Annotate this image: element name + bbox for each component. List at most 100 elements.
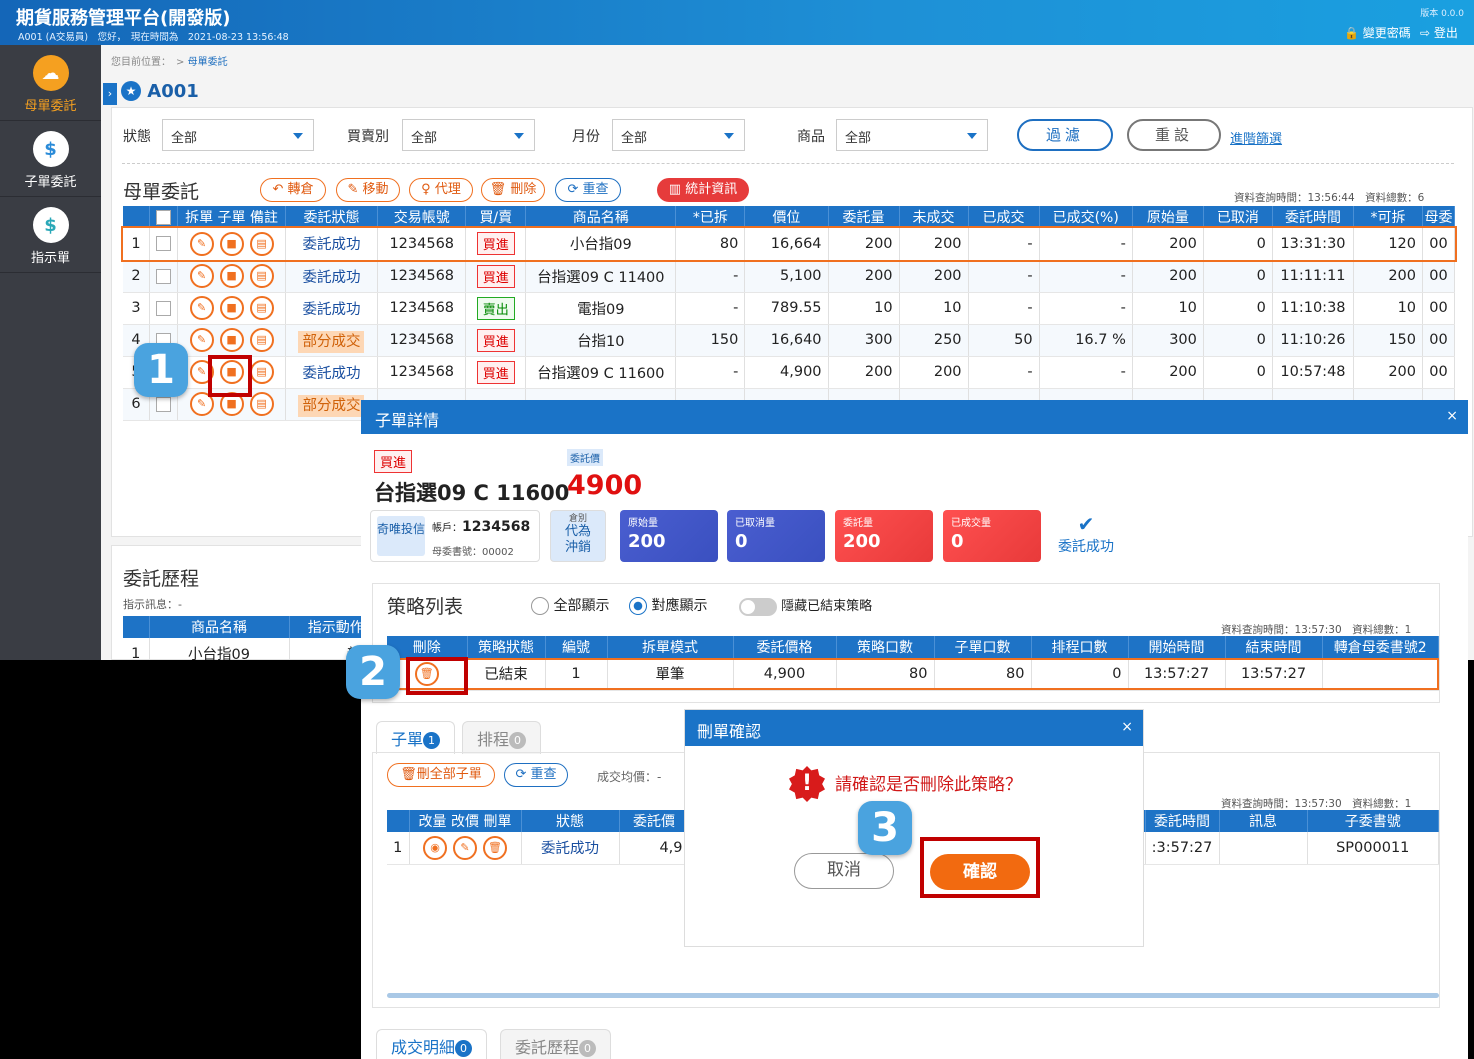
pencil-icon[interactable]: ✎ bbox=[189, 296, 214, 320]
col-product[interactable]: 商品名稱 bbox=[525, 206, 677, 228]
child-requery-button[interactable]: ⟳ 重查 bbox=[504, 763, 568, 787]
child-order-icon[interactable]: ■ bbox=[219, 296, 244, 320]
side-select[interactable]: 全部 bbox=[402, 119, 535, 151]
col-price[interactable]: 價位 bbox=[744, 206, 829, 228]
table-row[interactable]: 2 ✎ ■ ▤ 委託成功 1234568 買進 台指選09 C 11400-5,100 200 2… bbox=[123, 260, 1455, 293]
tab-child-orders[interactable]: 子單 1 bbox=[376, 721, 456, 754]
comment-icon[interactable]: ▤ bbox=[249, 264, 274, 288]
col-status[interactable]: 委託狀態 bbox=[285, 206, 379, 228]
top-bar: 期貨服務管理平台(開發版) A001 (A交易員) 您好， 現在時間為 2021… bbox=[0, 0, 1474, 45]
user-info: A001 (A交易員) 您好， 現在時間為 2021-08-23 13:56:4… bbox=[18, 32, 289, 43]
comment-icon[interactable]: ▤ bbox=[249, 360, 274, 384]
sidebar-item-label: 指示單 bbox=[30, 251, 70, 266]
status-select[interactable]: 全部 bbox=[162, 119, 314, 151]
tab-order-history[interactable]: 委託歷程 0 bbox=[500, 1029, 612, 1059]
table-row[interactable]: 1 ✎ ■ ▤ 委託成功 1234568 買進 小台指09 80 16,664 200 200- -20… bbox=[121, 226, 1457, 262]
comment-icon[interactable]: ▤ bbox=[249, 231, 274, 256]
row-status: 委託成功 bbox=[285, 292, 379, 325]
comment-icon[interactable]: ▤ bbox=[249, 392, 274, 416]
col-original[interactable]: 原始量 bbox=[1132, 206, 1204, 228]
price-tag: 委託價 bbox=[567, 449, 603, 466]
hand-coin-icon: $ bbox=[32, 131, 69, 167]
row-checkbox[interactable] bbox=[149, 292, 179, 325]
cancel-button[interactable]: 取消 bbox=[794, 853, 894, 889]
order-qty-card: 委託量 200 bbox=[835, 510, 933, 562]
col-side[interactable]: 買/賣 bbox=[465, 206, 527, 228]
chevron-down-icon bbox=[514, 133, 524, 139]
radio-show-all[interactable]: 全部顯示 bbox=[531, 595, 609, 615]
check-circle-icon: ✔ bbox=[1077, 512, 1095, 536]
child-order-icon[interactable]: ■ bbox=[219, 231, 244, 256]
reset-button[interactable]: 重設 bbox=[1127, 119, 1221, 151]
stats-button[interactable]: ▥ 統計資訊 bbox=[657, 178, 749, 202]
filter-button[interactable]: 過濾 bbox=[1017, 119, 1113, 151]
proxy-button[interactable]: ♀ 代理 bbox=[409, 178, 473, 202]
expand-toggle[interactable]: › bbox=[103, 83, 117, 105]
trash-icon: 🗑 bbox=[489, 182, 507, 197]
row-checkbox[interactable] bbox=[149, 260, 179, 293]
change-price-icon[interactable]: ✎ bbox=[453, 835, 477, 860]
version-label: 版本 0.0.0 bbox=[1420, 9, 1464, 19]
sidebar: ☁ 母單委託 $ 子單委託 $ 指示單 bbox=[0, 45, 101, 660]
product-select[interactable]: 全部 bbox=[836, 119, 988, 151]
child-order-icon[interactable]: ■ bbox=[219, 264, 244, 288]
pencil-icon[interactable]: ✎ bbox=[189, 264, 214, 288]
sidebar-item-instruction[interactable]: $ 指示單 bbox=[0, 197, 101, 273]
col-account[interactable]: 交易帳號 bbox=[377, 206, 467, 228]
row-status: 委託成功 bbox=[285, 260, 379, 293]
row-status: 委託成功 bbox=[285, 228, 379, 261]
row-checkbox[interactable] bbox=[149, 228, 179, 261]
hide-finished-toggle[interactable]: 隱藏已結束策略 bbox=[739, 595, 872, 616]
bar-chart-icon: ▥ bbox=[668, 182, 682, 197]
advanced-filter-link[interactable]: 進階篩選 bbox=[1230, 128, 1282, 147]
status-filter-label: 狀態 bbox=[123, 129, 151, 145]
col-cancelled[interactable]: 已取消 bbox=[1203, 206, 1273, 228]
requery-button[interactable]: ⟳ 重查 bbox=[555, 178, 621, 202]
col-unfilled[interactable]: 未成交 bbox=[899, 206, 969, 228]
logout-link[interactable]: ⇨ 登出 bbox=[1420, 24, 1458, 41]
pencil-icon[interactable]: ✎ bbox=[189, 231, 214, 256]
refresh-icon: ⟳ bbox=[515, 767, 527, 782]
select-all-checkbox[interactable] bbox=[149, 206, 179, 228]
transfer-button[interactable]: ↶ 轉倉 bbox=[260, 178, 326, 202]
comment-icon[interactable]: ▤ bbox=[249, 296, 274, 320]
radio-show-match[interactable]: 對應顯示 bbox=[629, 595, 707, 615]
sidebar-item-child-order[interactable]: $ 子單委託 bbox=[0, 121, 101, 197]
order-status: ✔ 委託成功 bbox=[1058, 512, 1114, 555]
close-icon[interactable]: × bbox=[1121, 719, 1133, 735]
undo-icon: ↶ bbox=[272, 182, 284, 197]
table-row[interactable]: 5✎■▤委託成功1234568買進台指選09 C 11600-4,9002002… bbox=[123, 356, 1455, 389]
strategy-table: 刪除 策略狀態 編號 拆單模式 委託價格 策略口數 子單口數 排程口數 開始時間 結束時間 轉倉母委… bbox=[387, 636, 1439, 691]
delete-button[interactable]: 🗑 刪除 bbox=[481, 178, 545, 202]
trash-icon[interactable]: 🗑 bbox=[483, 835, 507, 860]
col-filled[interactable]: 已成交 bbox=[968, 206, 1040, 228]
month-select[interactable]: 全部 bbox=[612, 119, 745, 151]
table-row[interactable]: 🗑 已結束 1 單筆 4,900 80 80 0 13:57:27 13:57:… bbox=[387, 658, 1439, 691]
table-row[interactable]: 3 ✎ ■ ▤ 委託成功 1234568 賣出 電指09-789.55 10 10- -10 0 11:… bbox=[123, 292, 1455, 325]
col-splittable[interactable]: *可拆 bbox=[1353, 206, 1424, 228]
comment-icon[interactable]: ▤ bbox=[249, 328, 274, 352]
horizontal-scrollbar[interactable] bbox=[387, 993, 1439, 998]
tab-fills[interactable]: 成交明細 0 bbox=[376, 1029, 488, 1059]
delete-all-children-button[interactable]: 🗑刪全部子單 bbox=[387, 763, 495, 787]
table-row[interactable]: 4 ✎ ■ ▤ 部分成交 1234568 買進 台指10 150 16,640 300 250 50 16… bbox=[123, 324, 1455, 357]
change-password-link[interactable]: 🔒 變更密碼 bbox=[1344, 24, 1411, 41]
sidebar-item-parent-order[interactable]: ☁ 母單委託 bbox=[0, 45, 101, 121]
table-row[interactable]: 1小台指09新單 bbox=[123, 638, 383, 660]
change-qty-icon[interactable]: ◉ bbox=[423, 835, 447, 860]
col-parent-no[interactable]: 母委 bbox=[1422, 206, 1455, 228]
tab-schedule[interactable]: 排程 0 bbox=[462, 721, 542, 754]
query-info: 資料查詢時間：13:56:44 資料總數：6 bbox=[1234, 192, 1425, 204]
col-filled-pct[interactable]: 已成交(%) bbox=[1039, 206, 1133, 228]
chevron-down-icon bbox=[967, 133, 977, 139]
close-icon[interactable]: × bbox=[1446, 408, 1458, 424]
col-split[interactable]: *已拆 bbox=[675, 206, 746, 228]
col-qty[interactable]: 委託量 bbox=[828, 206, 900, 228]
move-button[interactable]: ✎ 移動 bbox=[336, 178, 400, 202]
col-time[interactable]: 委託時間 bbox=[1272, 206, 1355, 228]
pencil-icon[interactable]: ✎ bbox=[189, 328, 214, 352]
divider bbox=[122, 163, 1454, 164]
child-order-icon[interactable]: ■ bbox=[219, 328, 244, 352]
breadcrumb-current[interactable]: 母單委託 bbox=[188, 57, 228, 68]
warning-icon: ! bbox=[789, 766, 825, 802]
